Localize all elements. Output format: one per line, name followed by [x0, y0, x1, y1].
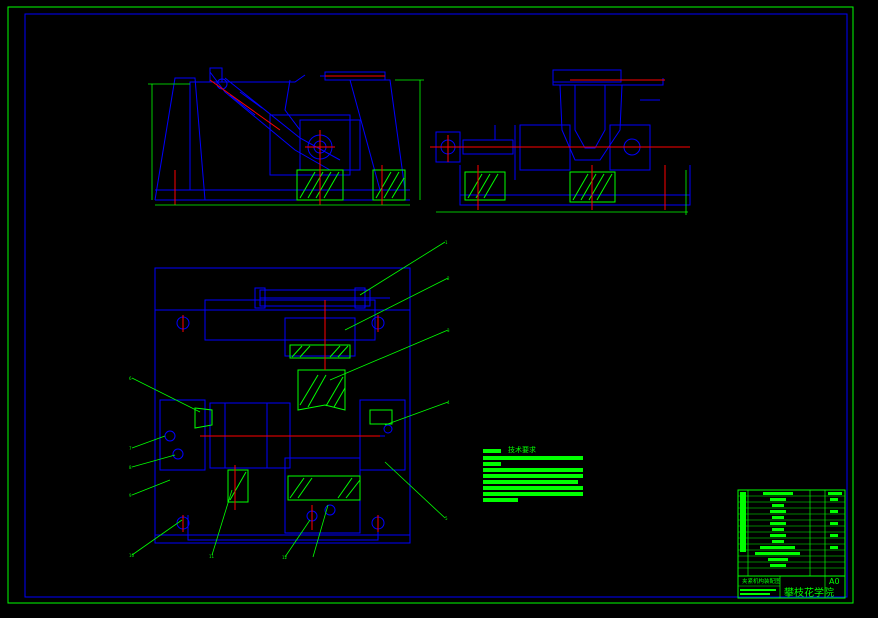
school-name: 攀枝花学院	[784, 586, 834, 599]
callout-label: 2	[447, 276, 450, 281]
plan-view	[154, 267, 411, 544]
side-view-dimensions	[436, 170, 688, 215]
callout-label: 3	[447, 328, 450, 333]
plan-view-centerlines	[182, 300, 380, 532]
drawing-name: 夹紧机构装配图	[742, 577, 781, 585]
tech-requirements-heading: 技术要求	[508, 445, 536, 454]
side-view	[435, 69, 691, 206]
callout-label: 7	[129, 446, 132, 451]
callout-label: 1	[445, 240, 448, 245]
callout-label: 6	[129, 376, 132, 381]
callout-label: 4	[447, 400, 450, 405]
cad-viewport[interactable]: 技术要求 夹紧机构装配图 A0 攀枝花学院 1 2 3 4 5 6 7 8 9 …	[0, 0, 878, 618]
outer-border	[7, 6, 854, 604]
tech-requirements: 技术要求	[483, 445, 583, 502]
parts-list: 夹紧机构装配图 A0 攀枝花学院	[737, 489, 846, 599]
front-view-hatch	[296, 169, 406, 201]
front-view	[154, 67, 410, 201]
callout-label: 8	[129, 465, 132, 470]
front-view-centerlines	[174, 75, 385, 205]
callout-label: 9	[129, 493, 132, 498]
callout-label: 11	[209, 554, 215, 559]
sheet-size: A0	[829, 577, 840, 586]
callout-label: 10	[129, 553, 135, 558]
callout-label: 12	[282, 555, 288, 560]
drawing-canvas: 技术要求 夹紧机构装配图 A0 攀枝花学院 1 2 3 4 5 6 7 8 9 …	[7, 6, 854, 604]
callout-label: 5	[445, 516, 448, 521]
